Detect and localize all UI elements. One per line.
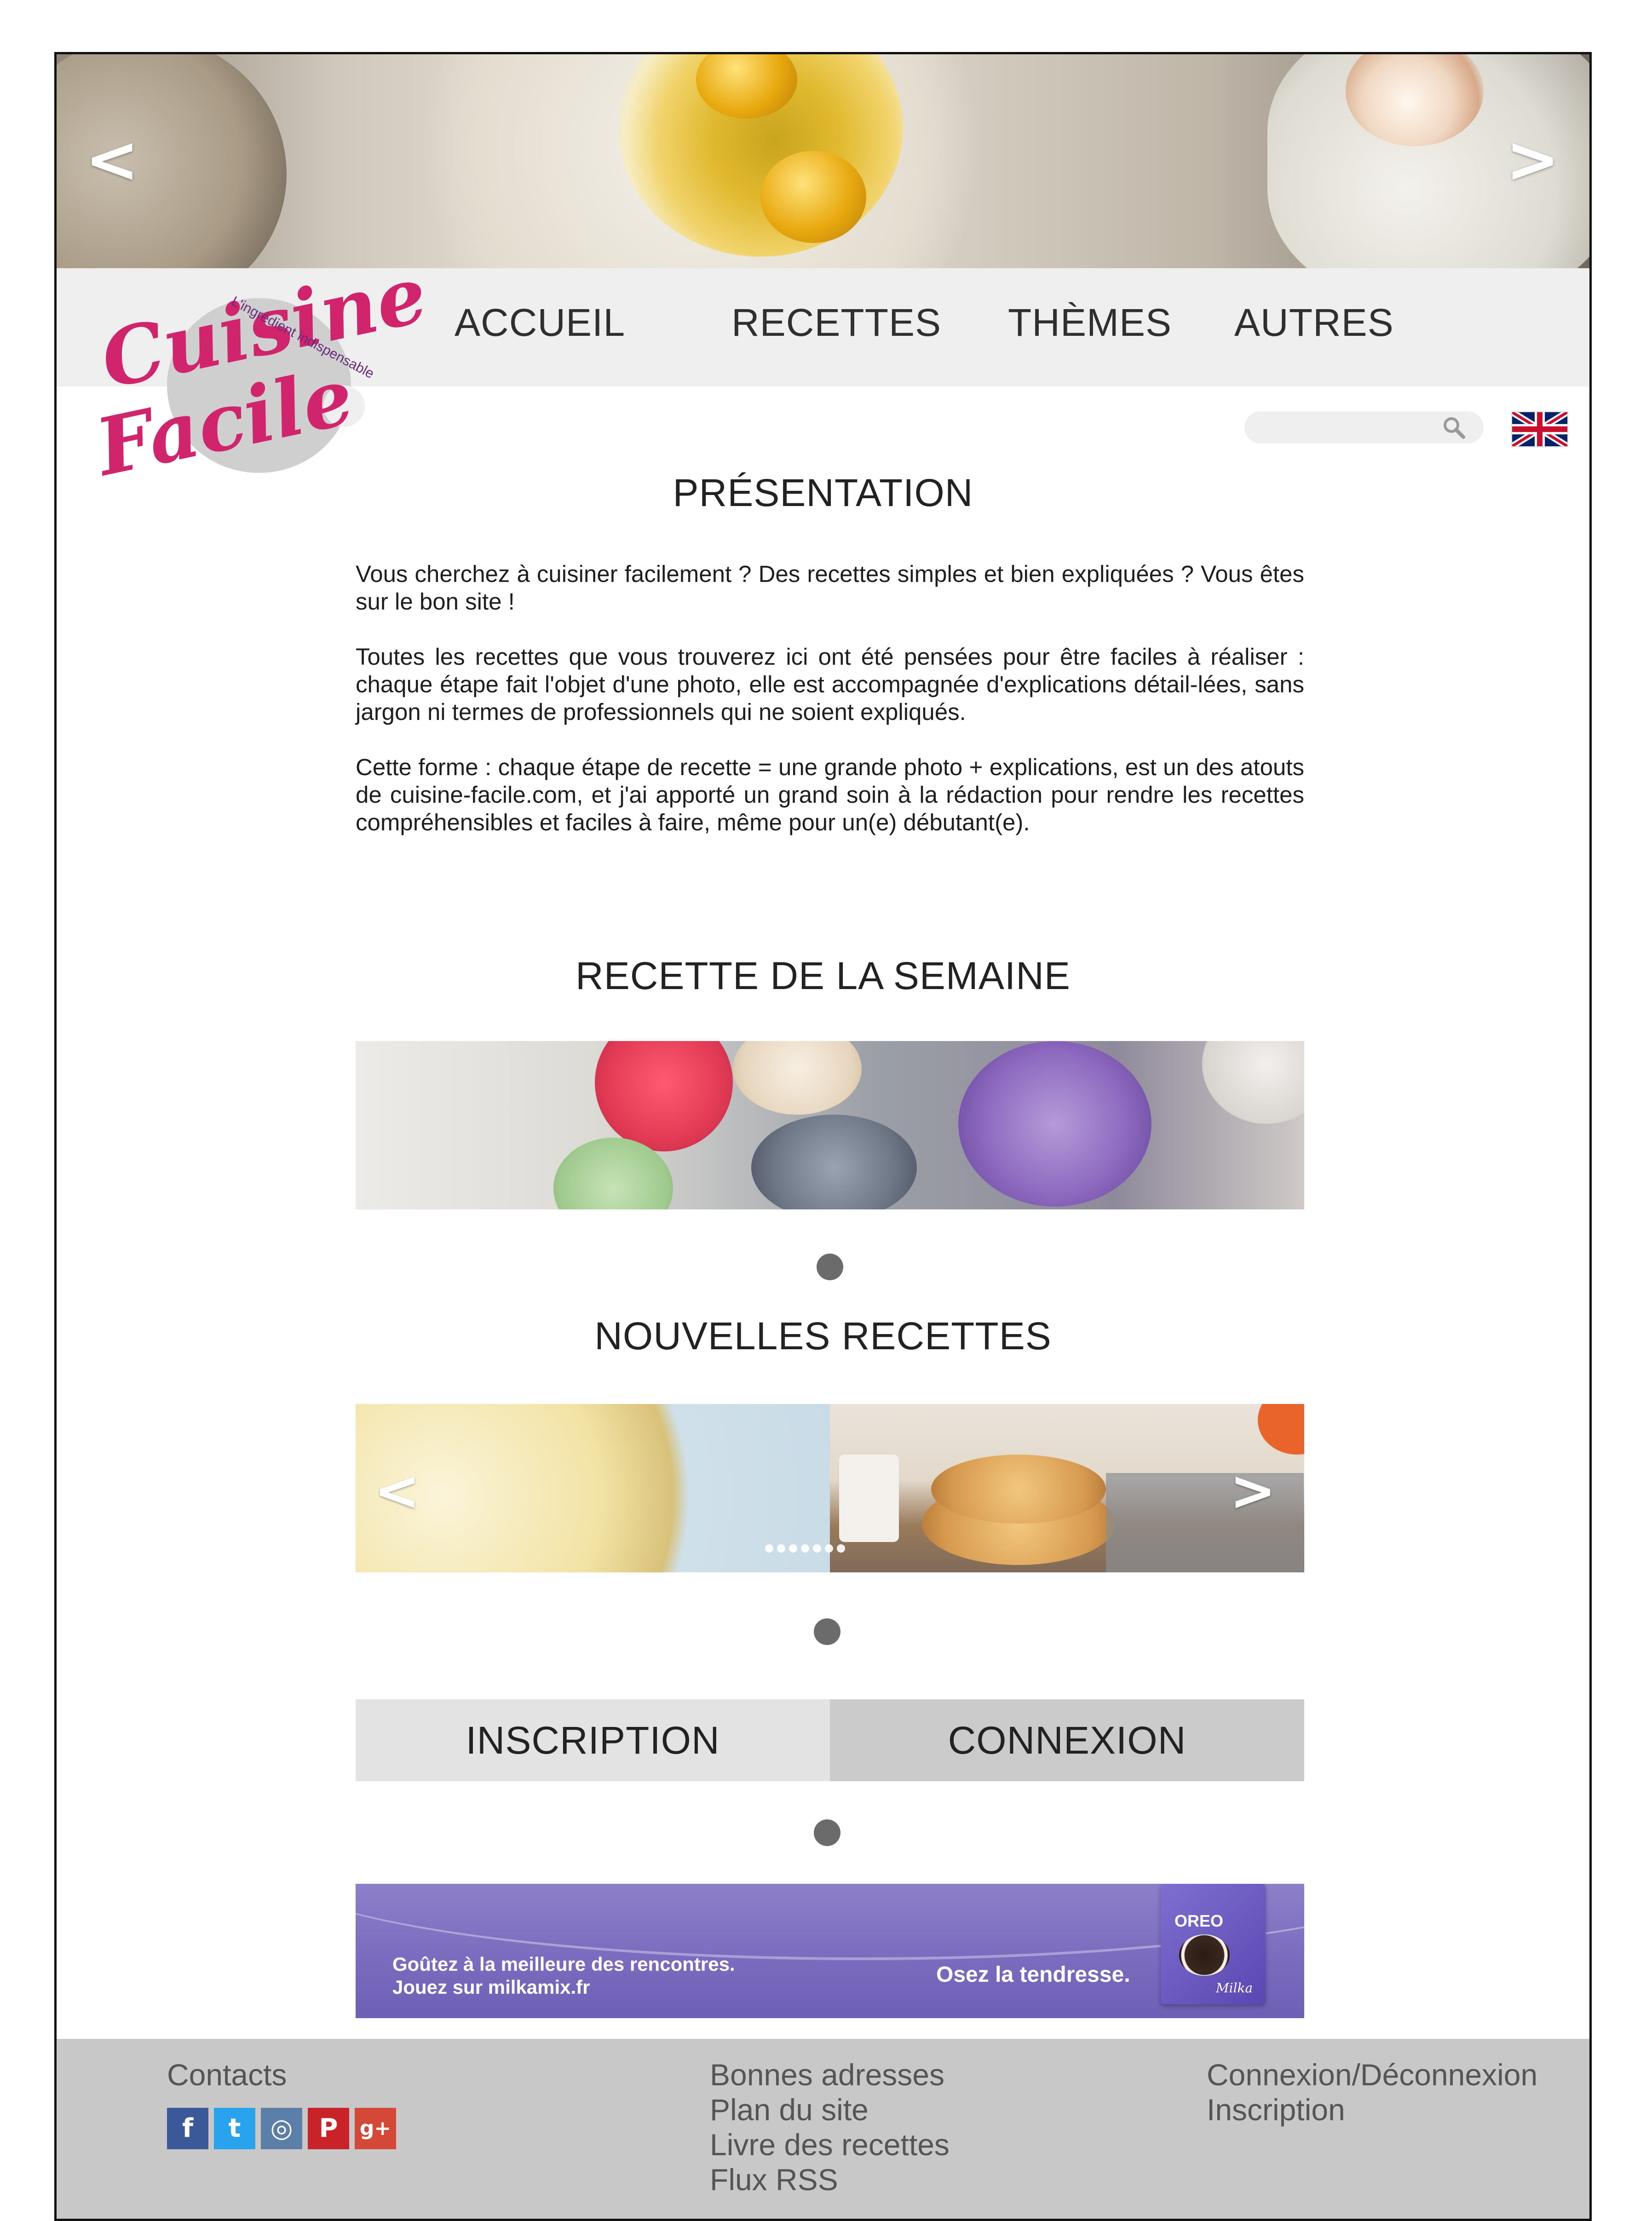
- pager-dot[interactable]: [825, 1544, 833, 1553]
- macaron-white: [1202, 1041, 1304, 1124]
- ad-text: Goûtez à la meilleure des rencontres. Jo…: [392, 1953, 735, 1999]
- hero-banner: < >: [57, 54, 1589, 268]
- twitter-icon[interactable]: t: [214, 2108, 255, 2149]
- hero-yolk-2: [760, 151, 866, 243]
- carousel-prev-arrow-icon[interactable]: <: [374, 1464, 420, 1519]
- macaron-grey: [751, 1115, 917, 1209]
- page-frame: < > ACCUEIL RECETTES THÈMES AUTRES Cuisi…: [54, 52, 1592, 2221]
- pager-dot[interactable]: [777, 1544, 785, 1553]
- nav-item-accueil[interactable]: ACCUEIL: [455, 300, 625, 345]
- footer-link-connexion-deconnexion[interactable]: Connexion/Déconnexion: [1207, 2057, 1537, 2092]
- hero-prev-arrow-icon[interactable]: <: [85, 128, 139, 192]
- footer-link-inscription[interactable]: Inscription: [1207, 2092, 1345, 2127]
- social-links: f t ◎ P g+: [167, 2108, 396, 2149]
- ad-banner[interactable]: Goûtez à la meilleure des rencontres. Jo…: [356, 1884, 1304, 2018]
- ad-slogan: Osez la tendresse.: [936, 1962, 1130, 1987]
- carousel-next-arrow-icon[interactable]: >: [1230, 1464, 1276, 1519]
- instagram-icon[interactable]: ◎: [261, 2108, 302, 2149]
- uk-flag-icon[interactable]: [1511, 411, 1568, 447]
- cookie-icon: [1179, 1934, 1230, 1976]
- hero-next-arrow-icon[interactable]: >: [1506, 128, 1560, 192]
- connexion-button[interactable]: CONNEXION: [830, 1699, 1304, 1781]
- section-divider-dot-2: [814, 1618, 840, 1645]
- search-icon[interactable]: [1441, 415, 1467, 441]
- footer-link-livre-des-recettes[interactable]: Livre des recettes: [710, 2127, 950, 2162]
- macaron-cream: [733, 1041, 862, 1115]
- footer-link-bonnes-adresses[interactable]: Bonnes adresses: [710, 2057, 944, 2092]
- macaron-red: [595, 1041, 733, 1151]
- footer-link-flux-rss[interactable]: Flux RSS: [710, 2162, 838, 2197]
- ad-line-2: Jouez sur milkamix.fr: [392, 1976, 590, 1998]
- new-recipes-title: NOUVELLES RECETTES: [594, 1314, 1052, 1358]
- carousel-pager: [765, 1544, 845, 1553]
- section-divider-dot-3: [814, 1819, 840, 1846]
- footer-link-plan-du-site[interactable]: Plan du site: [710, 2092, 869, 2127]
- ad-pack-maker: Milka: [1216, 1980, 1253, 1996]
- nav-item-recettes[interactable]: RECETTES: [731, 300, 941, 345]
- ad-product-pack: OREO Milka: [1161, 1884, 1266, 2004]
- pager-dot[interactable]: [837, 1544, 845, 1553]
- ad-line-1: Goûtez à la meilleure des rencontres.: [392, 1953, 735, 1975]
- recipe-card-passion-tart[interactable]: [356, 1404, 830, 1572]
- inscription-button[interactable]: INSCRIPTION: [356, 1699, 830, 1781]
- presentation-paragraph-2: Toutes les recettes que vous trouverez i…: [356, 644, 1304, 725]
- presentation-title: PRÉSENTATION: [673, 471, 973, 514]
- nav-item-autres[interactable]: AUTRES: [1234, 300, 1394, 345]
- pager-dot[interactable]: [765, 1544, 773, 1553]
- week-recipe-image[interactable]: [356, 1041, 1304, 1209]
- ad-pack-brand: OREO: [1174, 1911, 1224, 1930]
- facebook-icon[interactable]: f: [167, 2108, 208, 2149]
- pager-dot[interactable]: [789, 1544, 797, 1553]
- pager-dot[interactable]: [801, 1544, 809, 1553]
- macaron-purple: [958, 1041, 1151, 1207]
- footer-contacts-link[interactable]: Contacts: [167, 2057, 287, 2092]
- section-divider-dot-1: [817, 1254, 843, 1280]
- cup-image: [839, 1455, 899, 1542]
- presentation-paragraph-3: Cette forme : chaque étape de recette = …: [356, 754, 1304, 835]
- pager-dot[interactable]: [813, 1544, 821, 1553]
- presentation-paragraph-1: Vous cherchez à cuisiner facilement ? De…: [356, 561, 1304, 615]
- nav-item-themes[interactable]: THÈMES: [1008, 300, 1172, 345]
- week-recipe-title: RECETTE DE LA SEMAINE: [576, 954, 1071, 997]
- pancake-stack-top: [931, 1455, 1106, 1524]
- new-recipes-carousel: < >: [356, 1404, 1304, 1572]
- site-footer: Contacts f t ◎ P g+ Bonnes adresses Plan…: [57, 2039, 1589, 2219]
- orange-image: [1258, 1404, 1304, 1455]
- presentation-text: Vous cherchez à cuisiner facilement ? De…: [356, 560, 1304, 836]
- google-plus-icon[interactable]: g+: [355, 2108, 396, 2149]
- pinterest-icon[interactable]: P: [308, 2108, 349, 2149]
